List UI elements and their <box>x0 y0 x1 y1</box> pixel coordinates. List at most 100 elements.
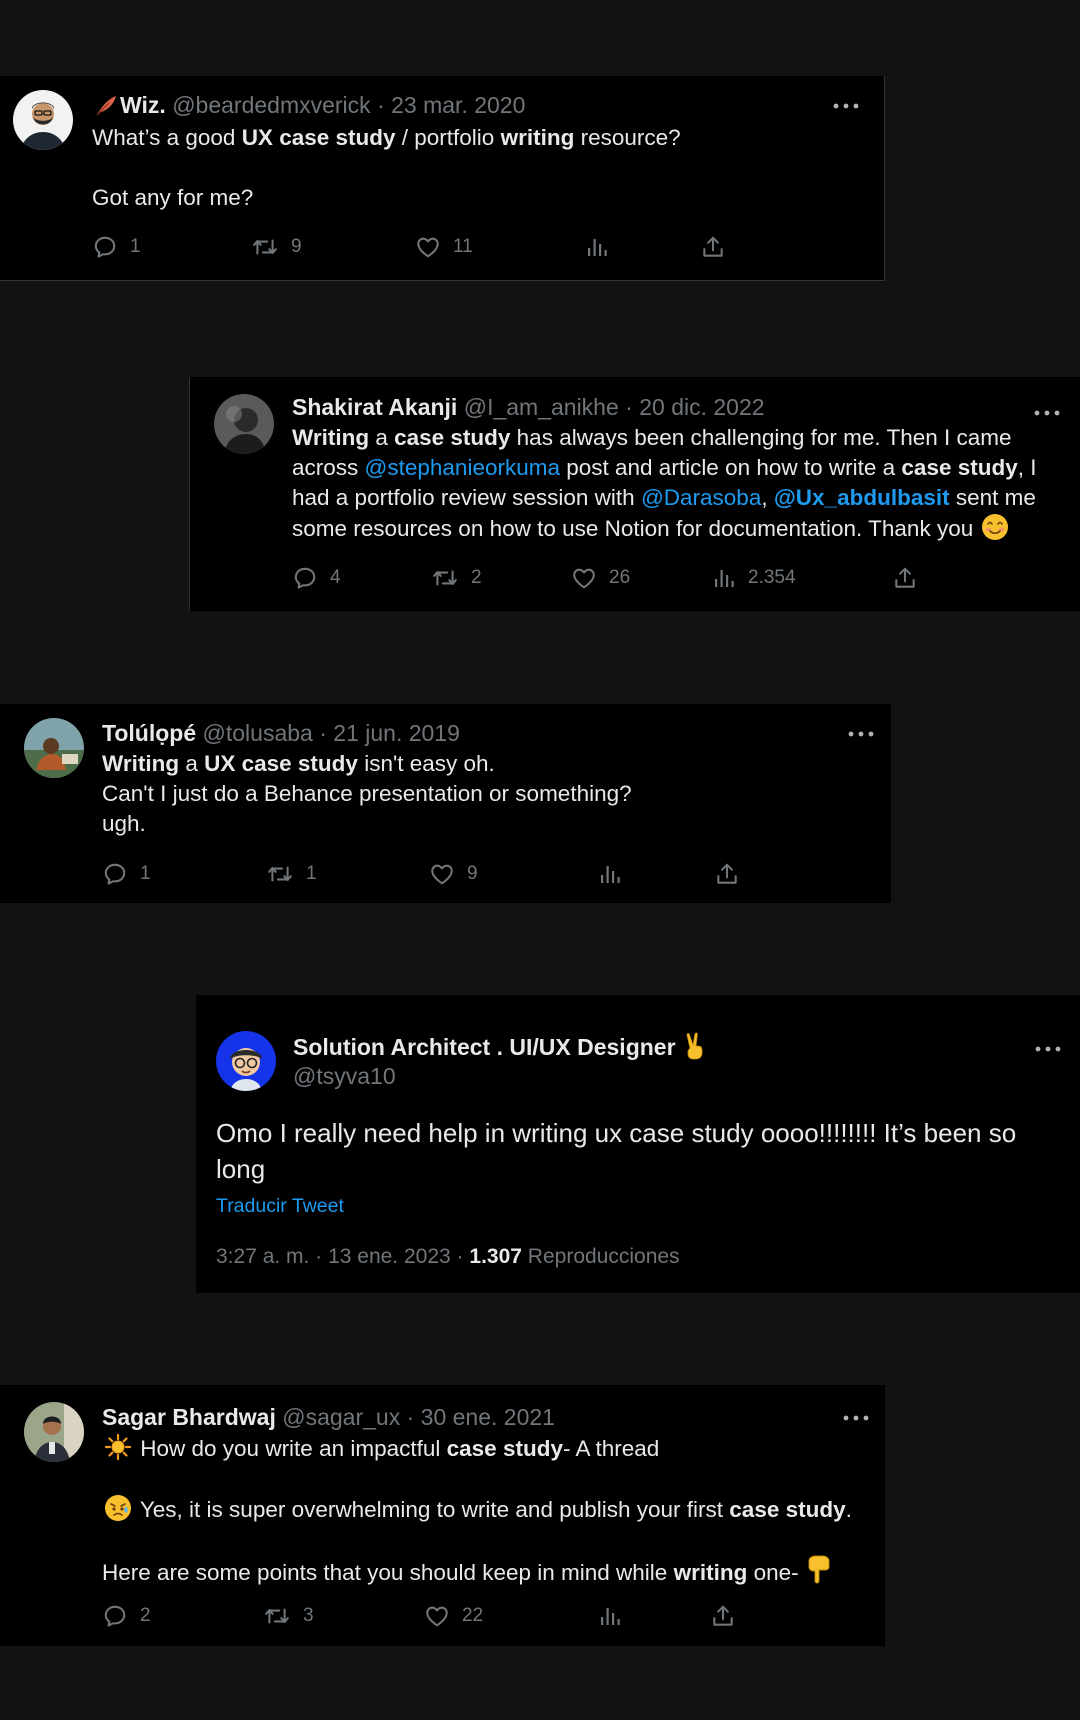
more-options-icon[interactable] <box>842 1413 870 1423</box>
views-count: 1.307 <box>469 1245 522 1268</box>
sad-relieved-face-emoji-icon <box>104 1494 132 1522</box>
views-label: Reproducciones <box>527 1245 680 1268</box>
views-button[interactable] <box>598 859 622 889</box>
tweet-time[interactable]: 3:27 a. m. <box>216 1245 309 1268</box>
sun-emoji-icon <box>104 1433 132 1461</box>
tweet-card[interactable]: Solution Architect . UI/UX Designer @tsy… <box>196 995 1080 1293</box>
victory-hand-emoji-icon <box>684 1032 706 1060</box>
avatar[interactable] <box>24 718 84 778</box>
reply-button[interactable]: 1 <box>102 859 151 889</box>
retweet-icon <box>266 861 294 887</box>
like-button[interactable]: 9 <box>429 859 478 889</box>
pointing-down-emoji-icon <box>807 1555 833 1585</box>
retweet-icon <box>263 1603 291 1629</box>
views-icon <box>712 566 736 590</box>
author-name[interactable]: Tolúlọpé <box>102 720 196 746</box>
author-handle[interactable]: @beardedmxverick <box>172 92 370 118</box>
tweet-actions: 4 2 26 2.354 <box>292 563 972 593</box>
tweet-header: Sagar Bhardwaj @sagar_ux · 30 ene. 2021 <box>102 1402 555 1432</box>
tweet-text: Writing a case study has always been cha… <box>292 425 1037 541</box>
retweet-count: 1 <box>306 863 317 884</box>
author-handle[interactable]: @I_am_anikhe <box>464 394 619 420</box>
tweet-card[interactable]: Sagar Bhardwaj @sagar_ux · 30 ene. 2021 … <box>0 1385 885 1646</box>
tweet-text: How do you write an impactful case study… <box>102 1433 872 1588</box>
views-button[interactable] <box>585 232 609 262</box>
more-options-icon[interactable] <box>832 101 860 111</box>
reply-icon <box>102 861 128 887</box>
share-button[interactable] <box>700 232 726 262</box>
retweet-icon <box>431 565 459 591</box>
retweet-count: 9 <box>291 236 302 257</box>
feather-emoji-icon <box>94 94 118 118</box>
tweet-date[interactable]: 23 mar. 2020 <box>391 92 525 118</box>
more-options-icon[interactable] <box>1034 1044 1062 1054</box>
share-icon <box>892 565 918 591</box>
heart-icon <box>429 861 455 887</box>
retweet-button[interactable]: 9 <box>251 232 302 262</box>
tweet-card[interactable]: Shakirat Akanji @I_am_anikhe · 20 dic. 2… <box>189 377 1080 611</box>
author-name[interactable]: Solution Architect . UI/UX Designer <box>293 1034 676 1060</box>
avatar[interactable] <box>24 1402 84 1462</box>
reply-count: 1 <box>130 236 141 257</box>
tweet-text: What’s a good UX case study / portfolio … <box>92 125 681 210</box>
views-button[interactable] <box>598 1601 622 1631</box>
retweet-button[interactable]: 2 <box>431 563 482 593</box>
tweet-date[interactable]: 20 dic. 2022 <box>639 394 764 420</box>
tweet-date[interactable]: 30 ene. 2021 <box>421 1404 555 1430</box>
reply-button[interactable]: 1 <box>92 232 141 262</box>
share-button[interactable] <box>710 1601 736 1631</box>
tweet-header: Tolúlọpé @tolusaba · 21 jun. 2019 <box>102 718 460 748</box>
mention-link[interactable]: @Darasoba <box>641 485 761 510</box>
reply-count: 4 <box>330 567 341 588</box>
author-handle[interactable]: @tolusaba <box>203 720 313 746</box>
retweet-icon <box>251 234 279 260</box>
share-icon <box>714 861 740 887</box>
reply-button[interactable]: 2 <box>102 1601 151 1631</box>
reply-button[interactable]: 4 <box>292 563 341 593</box>
tweet-header: Shakirat Akanji @I_am_anikhe · 20 dic. 2… <box>292 392 765 422</box>
retweet-button[interactable]: 3 <box>263 1601 314 1631</box>
views-count: 2.354 <box>748 567 796 588</box>
like-button[interactable]: 26 <box>571 563 630 593</box>
author-handle[interactable]: @tsyva10 <box>293 1063 396 1089</box>
author-handle[interactable]: @sagar_ux <box>282 1404 400 1430</box>
tweet-date[interactable]: 13 ene. 2023 <box>328 1245 451 1268</box>
avatar[interactable] <box>13 90 73 150</box>
like-button[interactable]: 11 <box>415 232 473 262</box>
share-button[interactable] <box>892 563 918 593</box>
retweet-button[interactable]: 1 <box>266 859 317 889</box>
separator: · <box>319 720 327 746</box>
avatar[interactable] <box>214 394 274 454</box>
heart-icon <box>571 565 597 591</box>
tweet-card[interactable]: Tolúlọpé @tolusaba · 21 jun. 2019 Writin… <box>0 704 891 903</box>
share-button[interactable] <box>714 859 740 889</box>
tweet-text: Omo I really need help in writing ux cas… <box>216 1118 1017 1184</box>
more-options-icon[interactable] <box>1033 408 1061 418</box>
reply-icon <box>292 565 318 591</box>
heart-icon <box>415 234 441 260</box>
like-count: 9 <box>467 863 478 884</box>
mention-link[interactable]: @stephanieorkuma <box>365 455 560 480</box>
tweet-header: Wiz. @beardedmxverick · 23 mar. 2020 <box>92 90 525 120</box>
more-options-icon[interactable] <box>847 729 875 739</box>
views-icon <box>598 862 622 886</box>
tweet-date[interactable]: 21 jun. 2019 <box>333 720 460 746</box>
translate-tweet-link[interactable]: Traducir Tweet <box>216 1193 344 1219</box>
author-name[interactable]: Shakirat Akanji <box>292 394 457 420</box>
avatar[interactable] <box>216 1031 276 1091</box>
tweet-timestamp: 3:27 a. m. · 13 ene. 2023 · 1.307 Reprod… <box>216 1245 680 1268</box>
share-icon <box>700 234 726 260</box>
like-button[interactable]: 22 <box>424 1601 483 1631</box>
author-handle-row: @tsyva10 <box>293 1061 396 1091</box>
author-name[interactable]: Wiz. <box>120 92 166 118</box>
views-button[interactable]: 2.354 <box>712 563 796 593</box>
author-name[interactable]: Sagar Bhardwaj <box>102 1404 276 1430</box>
tweet-card[interactable]: Wiz. @beardedmxverick · 23 mar. 2020 Wha… <box>0 76 885 281</box>
tweet-actions: 2 3 22 <box>102 1601 752 1631</box>
reply-icon <box>92 234 118 260</box>
like-count: 22 <box>462 1605 484 1626</box>
mention-link[interactable]: @Ux_abdulbasit <box>774 485 950 510</box>
reply-count: 2 <box>140 1605 151 1626</box>
separator: · <box>625 394 633 420</box>
tweet-actions: 1 9 11 <box>92 232 742 262</box>
